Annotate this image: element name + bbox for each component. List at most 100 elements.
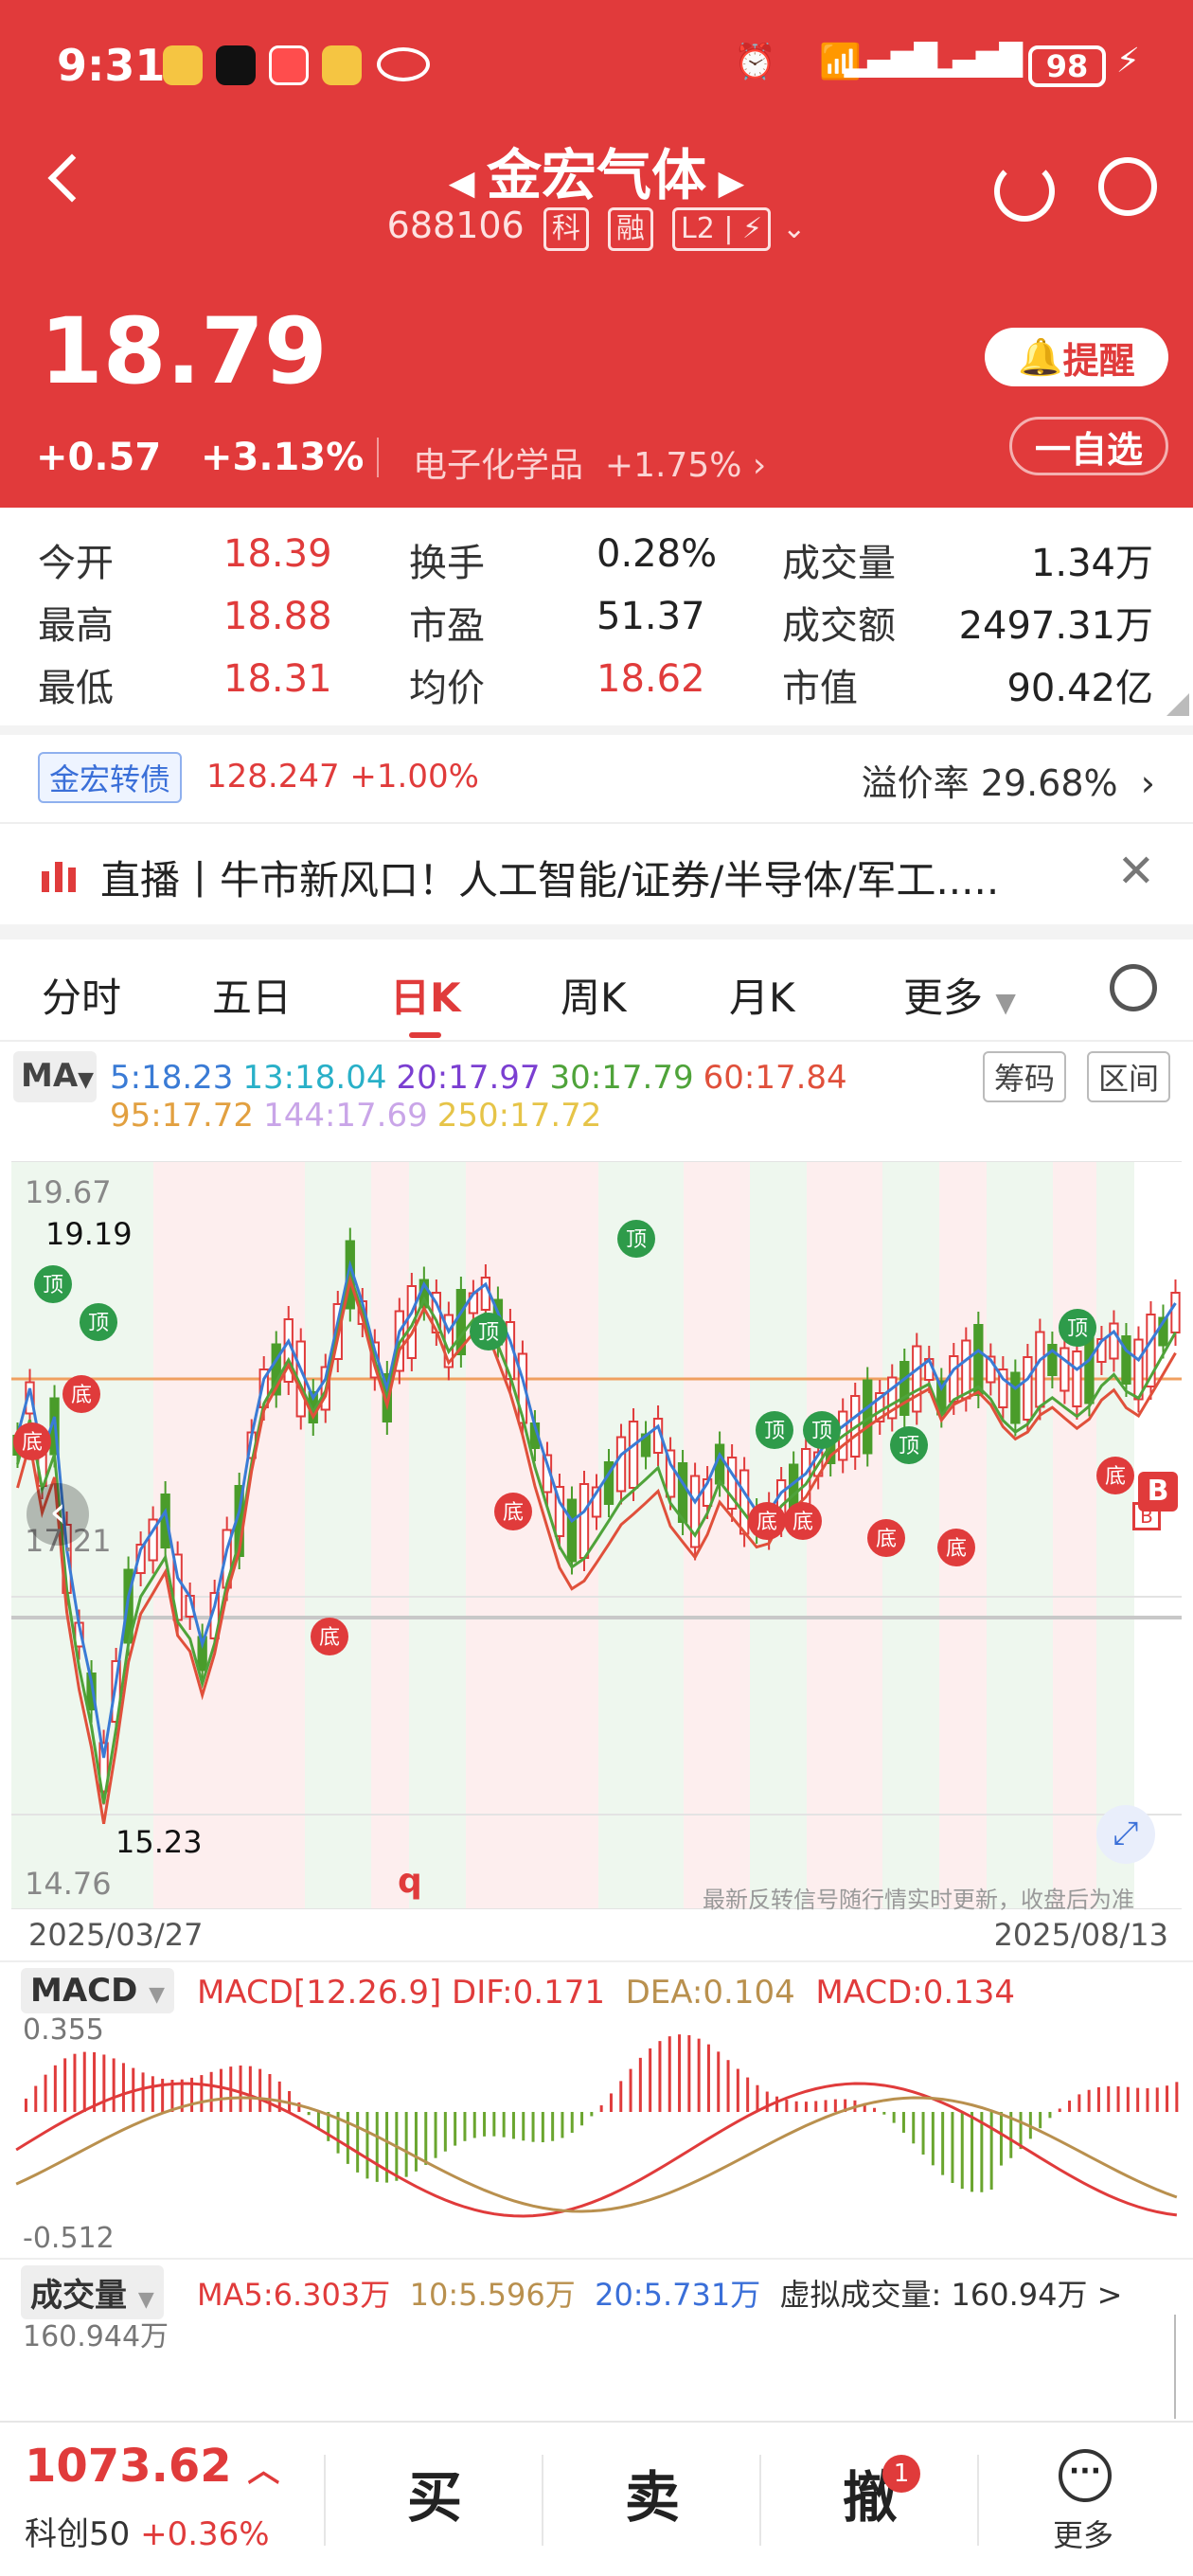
top-signal-label: 顶 xyxy=(43,1274,63,1297)
next-stock-icon[interactable]: ▶ xyxy=(706,164,745,203)
tab-five-day[interactable]: 五日 xyxy=(212,966,292,1024)
stock-name: 金宏气体 xyxy=(486,143,706,207)
candle-body xyxy=(1121,1335,1131,1385)
index-value[interactable]: 1073.62 ︿ xyxy=(25,2440,279,2493)
tab-weekly-k[interactable]: 周K xyxy=(561,966,627,1024)
prev-stock-icon[interactable]: ◀ xyxy=(449,164,487,203)
ma-value: 13:18.04 xyxy=(242,1059,387,1097)
close-icon[interactable]: ✕ xyxy=(1117,845,1155,898)
divider xyxy=(542,2455,543,2546)
high-mark-label: 19.19 xyxy=(45,1216,133,1252)
kline-chart[interactable]: 顶顶底底顶顶底底底 底顶 顶底顶底顶底 xyxy=(11,1161,1182,1909)
weibo-app-icon-2 xyxy=(322,45,362,85)
chevron-left-icon[interactable]: ‹ xyxy=(27,1483,89,1546)
signal-icon: ▂▄▆█ xyxy=(844,42,937,78)
stock-code: 688106 xyxy=(386,205,525,246)
expand-corner-icon[interactable] xyxy=(1166,693,1189,716)
chart-date-end: 2025/08/13 xyxy=(993,1917,1168,1953)
search-icon[interactable] xyxy=(1098,157,1157,216)
star-market-tag: 科 xyxy=(543,207,589,251)
status-time: 9:31 xyxy=(57,40,166,91)
index-info[interactable]: 科创50 +0.36% xyxy=(25,2508,270,2554)
avg-label: 均价 xyxy=(409,667,485,710)
live-banner-text[interactable]: 直播丨牛市新风口！人工智能/证券/半导体/军工..... xyxy=(100,849,1047,906)
ma-value: 5:18.23 xyxy=(110,1059,234,1097)
candle-body xyxy=(899,1361,910,1416)
volume-legend: MA5:6.303万 10:5.596万 20:5.731万 虚拟成交量: 16… xyxy=(197,2277,1123,2313)
refresh-icon[interactable] xyxy=(994,161,1055,222)
settings-icon[interactable] xyxy=(1110,964,1157,1011)
remind-button[interactable]: 🔔 提醒 xyxy=(985,328,1168,386)
premium-rate[interactable]: 溢价率 29.68% › xyxy=(862,754,1155,806)
battery-indicator: 98 xyxy=(1028,45,1106,87)
bottom-signal-label: 底 xyxy=(876,1528,897,1551)
sector-link[interactable]: 电子化学品 +1.75% › xyxy=(413,438,766,487)
candle-body xyxy=(1084,1334,1095,1404)
volume-y-top: 160.944万 xyxy=(23,2320,169,2353)
bottom-signal-label: 底 xyxy=(319,1626,340,1650)
avg-value: 18.62 xyxy=(596,657,705,701)
ma-selector[interactable]: MA▼ xyxy=(13,1051,97,1102)
low-mark-label: 15.23 xyxy=(116,1824,203,1860)
amount-value: 2497.31万 xyxy=(958,604,1153,648)
bottom-signal-label: 底 xyxy=(22,1431,43,1455)
bottom-signal-label: 底 xyxy=(946,1537,967,1561)
divider xyxy=(0,2258,1193,2260)
macd-legend: MACD[12.26.9] DIF:0.171 DEA:0.104 MACD:0… xyxy=(197,1974,1016,2012)
candle-body xyxy=(677,1462,688,1523)
ma-value: 250:17.72 xyxy=(436,1097,602,1135)
divider xyxy=(0,725,1193,735)
candle-body xyxy=(1170,1292,1181,1333)
active-tab-indicator xyxy=(409,1032,441,1038)
tiktok-app-icon xyxy=(216,45,256,85)
tab-daily-k[interactable]: 日K xyxy=(390,966,461,1024)
more-label[interactable]: 更多 xyxy=(1053,2512,1113,2555)
macd-selector[interactable]: MACD ▼ xyxy=(21,1968,175,2013)
candle-body xyxy=(1035,1331,1045,1408)
buy-signal-b-icon-small: B xyxy=(1132,1502,1161,1530)
top-signal-label: 顶 xyxy=(88,1312,109,1335)
kchart-y-bottom: 14.76 xyxy=(25,1866,112,1902)
top-signal-label: 顶 xyxy=(626,1228,647,1252)
signal-band xyxy=(1096,1161,1134,1909)
macd-chart[interactable] xyxy=(11,2008,1182,2254)
turnover-label: 换手 xyxy=(409,542,485,585)
add-watchlist-button[interactable]: 一自选 xyxy=(1009,417,1168,475)
divider xyxy=(324,2455,326,2546)
amount-label: 成交额 xyxy=(782,604,896,648)
weibo-app-icon xyxy=(163,45,203,85)
volume-value: 1.34万 xyxy=(1030,542,1153,585)
candle-body xyxy=(579,1483,590,1559)
volume-label: 成交量 xyxy=(782,542,896,585)
chevron-down-icon[interactable]: ⌄ xyxy=(782,212,806,245)
divider xyxy=(0,1040,1193,1042)
price-change: +0.57 xyxy=(36,436,162,479)
divider xyxy=(0,924,1193,939)
candle-body xyxy=(949,1355,959,1403)
range-button[interactable]: 区间 xyxy=(1087,1051,1171,1102)
kchart-y-top: 19.67 xyxy=(25,1174,112,1210)
signal-band xyxy=(305,1161,371,1909)
signal-band xyxy=(1053,1161,1096,1909)
candle-body xyxy=(973,1324,984,1396)
fullscreen-icon[interactable]: ⤢ xyxy=(1096,1805,1155,1864)
bottom-signal-label: 底 xyxy=(71,1384,92,1407)
chip-distribution-button[interactable]: 筹码 xyxy=(983,1051,1067,1102)
candle-body xyxy=(912,1345,922,1413)
price-change-pct: +3.13% xyxy=(201,436,365,479)
tab-monthly-k[interactable]: 月K xyxy=(729,966,795,1024)
margin-tag: 融 xyxy=(607,207,653,251)
tab-more[interactable]: 更多 ▼ xyxy=(903,966,1016,1024)
ma-value: 30:17.79 xyxy=(549,1059,694,1097)
q-mark: q xyxy=(398,1862,422,1901)
convertible-bond-tag[interactable]: 金宏转债 xyxy=(38,752,183,803)
alarm-icon: ⏰ xyxy=(734,43,776,81)
stock-header: 9:31 ⏰ 📶 ▂▄▆█ ▂▄▆█ 98 ⚡ ◀ 金宏气体 ▶ 688106 … xyxy=(0,0,1193,508)
more-icon[interactable]: ··· xyxy=(1059,2449,1112,2502)
sell-button[interactable]: 卖 xyxy=(625,2453,680,2532)
level2-tag[interactable]: L2 | ⚡ xyxy=(672,207,772,251)
volume-selector[interactable]: 成交量 ▼ xyxy=(21,2265,164,2319)
tab-intraday[interactable]: 分时 xyxy=(42,966,121,1024)
buy-button[interactable]: 买 xyxy=(407,2453,462,2532)
news-app-icon xyxy=(269,45,309,85)
